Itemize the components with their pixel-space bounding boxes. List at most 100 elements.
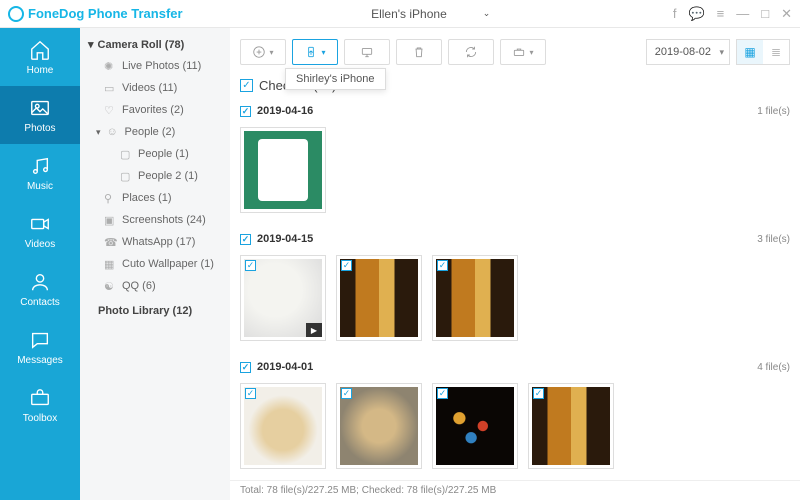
- chevron-down-icon: ▾: [321, 48, 325, 57]
- device-selector[interactable]: Ellen's iPhone ⌄: [355, 5, 500, 23]
- chevron-down-icon: ▾: [529, 48, 533, 57]
- chevron-down-icon: ⌄: [483, 8, 491, 19]
- export-to-pc-button[interactable]: [344, 39, 390, 65]
- thumb-checkbox[interactable]: ✓: [437, 260, 448, 271]
- nav-messages[interactable]: Messages: [0, 318, 80, 376]
- toolbar: ▾ ▾ ▾ 2019-08-02 ▦ ≣ Shirley's iPhone: [230, 28, 800, 76]
- logo-icon: [8, 6, 24, 22]
- category-sidebar: ▾ Camera Roll (78) ✺Live Photos (11) ▭Vi…: [80, 28, 230, 500]
- tree-photo-library[interactable]: Photo Library (12): [80, 297, 230, 322]
- thumb-checkbox[interactable]: ✓: [533, 388, 544, 399]
- tree-people-1[interactable]: ▢People (1): [80, 143, 230, 165]
- thumbnail-row: ✓: [240, 121, 790, 229]
- tree-favorites[interactable]: ♡Favorites (2): [80, 99, 230, 121]
- thumb-checkbox[interactable]: ✓: [341, 260, 352, 271]
- photo-thumbnail[interactable]: ✓: [240, 127, 326, 213]
- more-tools-button[interactable]: ▾: [500, 39, 546, 65]
- group-date: 2019-04-15: [257, 233, 313, 245]
- status-bar: Total: 78 file(s)/227.25 MB; Checked: 78…: [230, 480, 800, 500]
- tree-people[interactable]: ▾☺People (2): [80, 121, 230, 143]
- collapse-icon: ▾: [88, 38, 94, 51]
- pin-icon: ⚲: [104, 192, 116, 204]
- group-checkbox[interactable]: ✓: [240, 106, 251, 117]
- tree-places[interactable]: ⚲Places (1): [80, 187, 230, 209]
- window-controls: f 💬 ≡ — □ ✕: [673, 6, 792, 22]
- tree-videos[interactable]: ▭Videos (11): [80, 77, 230, 99]
- tree-people-2[interactable]: ▢People 2 (1): [80, 165, 230, 187]
- photo-thumbnail[interactable]: ✓: [432, 383, 518, 469]
- chevron-down-icon: ▾: [269, 48, 273, 57]
- titlebar: FoneDog Phone Transfer Ellen's iPhone ⌄ …: [0, 0, 800, 28]
- group-header[interactable]: ✓ 2019-04-16 1 file(s): [240, 101, 790, 121]
- people-icon: ☺: [107, 126, 119, 138]
- photo-thumbnail[interactable]: ✓: [432, 255, 518, 341]
- photo-thumbnail[interactable]: ✓: [336, 255, 422, 341]
- group-date: 2019-04-16: [257, 105, 313, 117]
- group-header[interactable]: ✓ 2019-04-15 3 file(s): [240, 229, 790, 249]
- heart-icon: ♡: [104, 104, 116, 116]
- group-file-count: 3 file(s): [757, 234, 790, 245]
- maximize-button[interactable]: □: [761, 6, 769, 22]
- qq-icon: ☯: [104, 280, 116, 292]
- delete-button[interactable]: [396, 39, 442, 65]
- screenshot-icon: ▣: [104, 214, 116, 226]
- minimize-button[interactable]: —: [736, 6, 749, 22]
- app-logo: FoneDog Phone Transfer: [8, 6, 183, 22]
- app-title: FoneDog Phone Transfer: [28, 6, 183, 21]
- group-checkbox[interactable]: ✓: [240, 362, 251, 373]
- photo-scroll-area[interactable]: ✓ 2019-04-16 1 file(s) ✓ ✓ 2019-04-15 3 file(s…: [230, 101, 800, 480]
- whatsapp-icon: ☎: [104, 236, 116, 248]
- group-checkbox[interactable]: ✓: [240, 234, 251, 245]
- live-icon: ✺: [104, 60, 116, 72]
- transfer-to-device-button[interactable]: ▾: [292, 39, 338, 65]
- refresh-button[interactable]: [448, 39, 494, 65]
- photo-thumbnail[interactable]: ✓: [336, 383, 422, 469]
- menu-icon[interactable]: ≡: [717, 6, 725, 22]
- group-header[interactable]: ✓ 2019-04-01 4 file(s): [240, 357, 790, 377]
- tree-camera-roll[interactable]: ▾ Camera Roll (78): [80, 34, 230, 55]
- tree-cuto[interactable]: ▦Cuto Wallpaper (1): [80, 253, 230, 275]
- collapse-icon: ▾: [96, 127, 101, 138]
- photo-thumbnail[interactable]: ✓: [528, 383, 614, 469]
- tree-qq[interactable]: ☯QQ (6): [80, 275, 230, 297]
- add-button[interactable]: ▾: [240, 39, 286, 65]
- video-badge-icon: ▶: [306, 323, 322, 337]
- nav-sidebar: Home Photos Music Videos Contacts Messag…: [0, 28, 80, 500]
- thumb-image: [244, 131, 322, 209]
- nav-videos[interactable]: Videos: [0, 202, 80, 260]
- transfer-target-tooltip: Shirley's iPhone: [285, 68, 386, 90]
- wallpaper-icon: ▦: [104, 258, 116, 270]
- nav-music[interactable]: Music: [0, 144, 80, 202]
- view-toggle: ▦ ≣: [736, 39, 790, 65]
- list-view-button[interactable]: ≣: [763, 40, 789, 64]
- photo-thumbnail[interactable]: ✓▶: [240, 255, 326, 341]
- device-name: Ellen's iPhone: [371, 7, 447, 21]
- nav-contacts[interactable]: Contacts: [0, 260, 80, 318]
- nav-home[interactable]: Home: [0, 28, 80, 86]
- group-date: 2019-04-01: [257, 361, 313, 373]
- grid-view-button[interactable]: ▦: [737, 40, 763, 64]
- close-button[interactable]: ✕: [781, 6, 792, 22]
- facebook-icon[interactable]: f: [673, 6, 677, 22]
- folder-icon: ▢: [120, 148, 132, 160]
- date-filter[interactable]: 2019-08-02: [646, 39, 730, 65]
- nav-toolbox[interactable]: Toolbox: [0, 376, 80, 434]
- tree-whatsapp[interactable]: ☎WhatsApp (17): [80, 231, 230, 253]
- video-icon: ▭: [104, 82, 116, 94]
- thumbnail-row: ✓▶✓✓: [240, 249, 790, 357]
- group-file-count: 1 file(s): [757, 106, 790, 117]
- folder-icon: ▢: [120, 170, 132, 182]
- content-area: ▾ ▾ ▾ 2019-08-02 ▦ ≣ Shirley's iPhone ✓ …: [230, 28, 800, 500]
- thumb-checkbox[interactable]: ✓: [245, 260, 256, 271]
- thumb-checkbox[interactable]: ✓: [245, 388, 256, 399]
- group-file-count: 4 file(s): [757, 362, 790, 373]
- thumb-checkbox[interactable]: ✓: [341, 388, 352, 399]
- photo-thumbnail[interactable]: ✓: [240, 383, 326, 469]
- thumb-checkbox[interactable]: ✓: [437, 388, 448, 399]
- tree-screenshots[interactable]: ▣Screenshots (24): [80, 209, 230, 231]
- check-all-checkbox[interactable]: ✓: [240, 79, 253, 92]
- feedback-icon[interactable]: 💬: [688, 6, 704, 22]
- thumbnail-row: ✓ ✓ ✓ ✓: [240, 377, 790, 480]
- nav-photos[interactable]: Photos: [0, 86, 80, 144]
- tree-live-photos[interactable]: ✺Live Photos (11): [80, 55, 230, 77]
